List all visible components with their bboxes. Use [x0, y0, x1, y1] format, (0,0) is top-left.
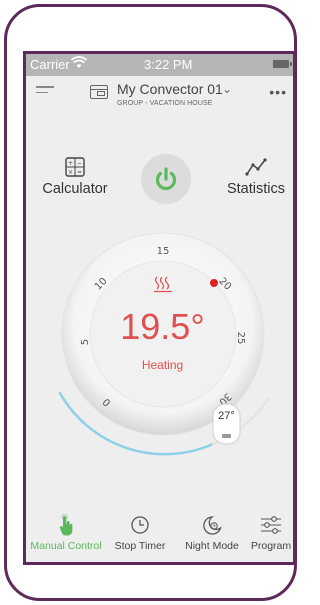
- tab-manual-control[interactable]: Manual Control: [26, 514, 106, 552]
- hand-pointer-icon: [59, 514, 73, 536]
- tab-label: Night Mode: [185, 540, 239, 552]
- tab-label: Program: [250, 540, 292, 552]
- tab-stop-timer[interactable]: Stop Timer: [105, 514, 175, 552]
- dial-tick: 15: [157, 246, 170, 257]
- bottom-tab-bar: Manual Control Stop Timer Night Mode Pro…: [26, 514, 293, 562]
- app-screen: Carrier 3:22 PM My Convector 01 ⌄ GROUP …: [23, 51, 296, 565]
- tab-program[interactable]: Program: [244, 514, 293, 552]
- moon-clock-icon: [203, 516, 222, 535]
- clock-icon: [131, 516, 149, 534]
- setpoint-value: 27°: [218, 410, 235, 422]
- current-position-marker: [210, 279, 218, 287]
- current-temperature: 19.5°: [120, 306, 205, 347]
- sliders-icon: [261, 516, 281, 534]
- tab-label: Manual Control: [30, 540, 102, 552]
- tab-night-mode[interactable]: Night Mode: [179, 514, 245, 552]
- heating-status: Heating: [141, 358, 184, 372]
- tab-label: Stop Timer: [114, 540, 166, 552]
